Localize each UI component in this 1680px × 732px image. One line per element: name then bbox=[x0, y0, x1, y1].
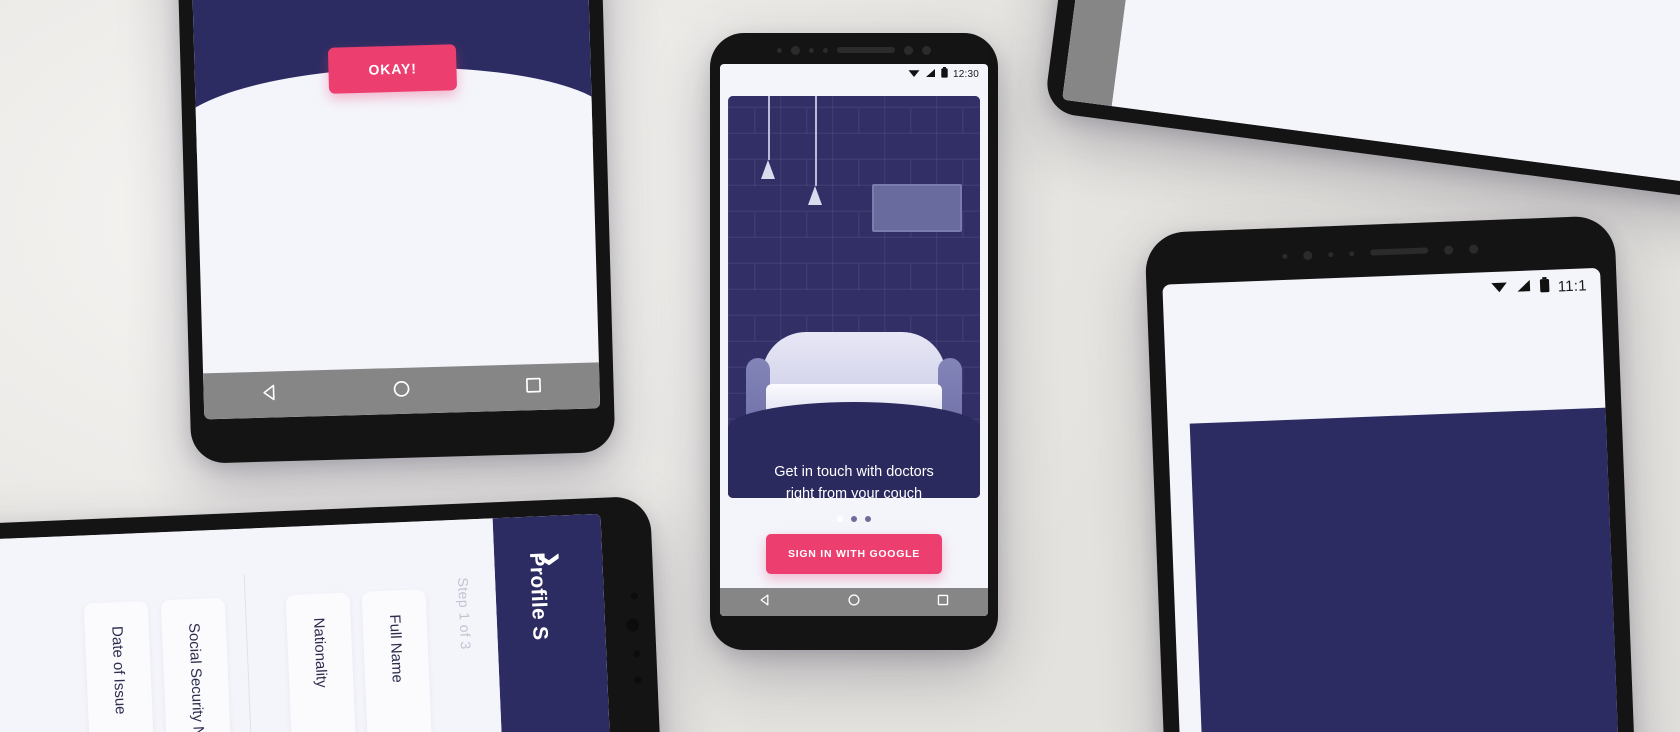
field-label: Date of Issue bbox=[108, 625, 129, 715]
status-time: 12:30 bbox=[952, 68, 979, 80]
phone-profile-setup: ❮ Profile S Step 1 of 3 Full Name Nation… bbox=[0, 495, 670, 732]
nav-recents-icon[interactable] bbox=[936, 593, 950, 612]
phone-notch bbox=[710, 33, 998, 67]
screen-profile-id: 11:1 bbox=[1162, 267, 1626, 732]
screen-onboarding-tracking: Here you can keep track of things like y… bbox=[187, 0, 601, 420]
field-full-name[interactable]: Full Name bbox=[361, 589, 439, 732]
lamp-cord bbox=[815, 96, 817, 186]
field-date-of-issue[interactable]: Date of Issue bbox=[83, 600, 161, 732]
field-social-security-number[interactable]: Social Security N bbox=[160, 597, 238, 732]
field-label: Social Security N bbox=[185, 622, 207, 732]
side-sensor-dot bbox=[630, 592, 639, 600]
step-indicator: Step 1 of 3 bbox=[455, 577, 475, 650]
field-nationality[interactable]: Nationality bbox=[285, 592, 363, 732]
screen-profile-setup: ❮ Profile S Step 1 of 3 Full Name Nation… bbox=[0, 513, 619, 732]
nav-back-icon[interactable] bbox=[259, 382, 280, 408]
status-bar: 12:30 bbox=[720, 64, 988, 84]
onboarding-caption: Get in touch with doctors right from you… bbox=[740, 462, 968, 506]
android-navbar bbox=[720, 588, 988, 616]
pagination-dot-3[interactable] bbox=[865, 516, 871, 522]
earpiece-speaker bbox=[1370, 247, 1429, 256]
sensor-dot bbox=[777, 47, 782, 53]
android-navbar bbox=[203, 362, 601, 420]
sensor-dot bbox=[823, 47, 828, 53]
sensor-dot bbox=[1349, 250, 1355, 256]
front-camera-dot bbox=[1303, 250, 1313, 260]
form-section-divider bbox=[243, 574, 259, 732]
pagination-dot-2[interactable] bbox=[851, 516, 857, 522]
caption-line-2: right from your couch bbox=[785, 485, 923, 502]
side-sensor-dot bbox=[634, 676, 642, 684]
profile-setup-form: Step 1 of 3 Full Name Nationality Social… bbox=[0, 518, 511, 732]
okay-button[interactable]: OKAY! bbox=[327, 44, 458, 94]
pendant-lamp-icon bbox=[808, 186, 822, 205]
living-room-illustration bbox=[728, 96, 980, 498]
profile-setup-sidebar: ❮ Profile S bbox=[492, 513, 619, 732]
nav-back-icon[interactable] bbox=[758, 593, 772, 612]
pagination-dots[interactable] bbox=[720, 516, 988, 522]
sensor-dot bbox=[809, 47, 814, 53]
nav-recents-icon[interactable] bbox=[523, 374, 544, 400]
signal-icon bbox=[1515, 278, 1532, 297]
screen-onboarding-doctors: 12:30 Get in touch with doctors right fr… bbox=[720, 64, 988, 616]
signal-icon bbox=[925, 68, 936, 81]
sensor-dot bbox=[904, 45, 913, 55]
wall-picture-frame bbox=[872, 184, 962, 232]
sensor-dot bbox=[1328, 251, 1334, 257]
field-label: Full Name bbox=[385, 614, 406, 684]
pendant-lamp-icon bbox=[761, 160, 775, 179]
wifi-icon bbox=[1491, 279, 1509, 298]
nav-home-icon[interactable] bbox=[391, 378, 412, 404]
page-title: Profile S bbox=[525, 552, 552, 641]
sensor-dot bbox=[1282, 253, 1288, 259]
sensor-dot bbox=[922, 45, 931, 55]
caption-line-1: Get in touch with doctors bbox=[774, 464, 934, 480]
field-label: Nationality bbox=[310, 617, 330, 689]
battery-icon bbox=[1539, 277, 1550, 297]
status-time: 11:1 bbox=[1557, 276, 1588, 295]
earpiece-speaker bbox=[837, 47, 895, 53]
hero-panel bbox=[1189, 406, 1626, 732]
battery-icon bbox=[941, 67, 948, 81]
sensor-dot bbox=[1469, 243, 1479, 254]
phone-onboarding-doctors: 12:30 Get in touch with doctors right fr… bbox=[710, 33, 998, 650]
front-camera-dot bbox=[791, 45, 800, 55]
lamp-cord bbox=[768, 96, 770, 160]
phone-onboarding-tracking: Here you can keep track of things like y… bbox=[172, 0, 616, 464]
nav-home-icon[interactable] bbox=[847, 593, 861, 612]
sign-in-with-google-button[interactable]: SIGN IN WITH GOOGLE bbox=[766, 534, 942, 574]
sensor-dot bbox=[1444, 244, 1454, 255]
phone-profile-id: 11:1 bbox=[1144, 215, 1642, 732]
wifi-icon bbox=[908, 68, 920, 81]
side-sensor-dot bbox=[633, 650, 641, 658]
pagination-dot-1[interactable] bbox=[837, 516, 843, 522]
side-camera-dot bbox=[625, 618, 640, 632]
